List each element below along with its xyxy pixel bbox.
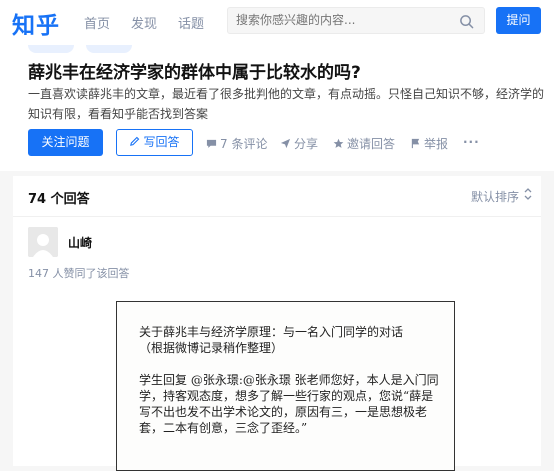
avatar[interactable] <box>28 227 58 257</box>
star-icon <box>333 138 344 148</box>
comment-icon <box>206 139 217 148</box>
share-label: 分享 <box>294 137 319 151</box>
comments-label: 7 条评论 <box>220 137 268 151</box>
comments-button[interactable]: 7 条评论 <box>206 135 267 152</box>
invite-button[interactable]: 邀请回答 <box>333 135 395 152</box>
sort-chevron-icon[interactable] <box>523 187 533 201</box>
topic-tag[interactable] <box>86 45 132 53</box>
answer-image-text: 关于薛兆丰与经济学原理：与一名入门同学的对话 （根据微博记录稍作整理） 学生回复… <box>139 325 439 435</box>
top-header: 知乎 首页 发现 话题 提问 <box>0 0 554 42</box>
topic-tag[interactable] <box>28 45 74 53</box>
answers-panel: 74 个回答 默认排序 山崎 147 人赞同了该回答 关于薛兆丰与经济学原理：与… <box>13 176 541 471</box>
invite-label: 邀请回答 <box>347 137 396 151</box>
question-description: 一直喜欢读薛兆丰的文章，最近看了很多批判他的文章，有点动摇。只怪自己知识不够，经… <box>28 87 545 121</box>
ask-button[interactable]: 提问 <box>496 7 541 34</box>
share-button[interactable]: 分享 <box>280 135 318 152</box>
report-button[interactable]: 举报 <box>410 135 448 152</box>
more-button[interactable]: ··· <box>463 135 480 149</box>
search-input[interactable] <box>236 13 446 27</box>
answer-image: 关于薛兆丰与经济学原理：与一名入门同学的对话 （根据微博记录稍作整理） 学生回复… <box>116 301 455 471</box>
zhihu-logo[interactable]: 知乎 <box>12 6 60 40</box>
pen-icon <box>130 136 140 146</box>
search-icon[interactable] <box>459 14 474 29</box>
nav-topics[interactable]: 话题 <box>178 13 204 32</box>
search-box[interactable] <box>227 7 485 34</box>
share-icon <box>280 138 291 149</box>
nav-home[interactable]: 首页 <box>84 13 110 32</box>
report-label: 举报 <box>424 137 449 151</box>
divider <box>13 216 541 217</box>
question-card: 薛兆丰在经济学家的群体中属于比较水的吗? 一直喜欢读薛兆丰的文章，最近看了很多批… <box>0 42 554 171</box>
flag-icon <box>411 138 420 149</box>
write-answer-button[interactable]: 写回答 <box>116 129 193 156</box>
nav-discover[interactable]: 发现 <box>131 13 157 32</box>
question-title: 薛兆丰在经济学家的群体中属于比较水的吗? <box>28 63 361 83</box>
author-name[interactable]: 山崎 <box>68 234 92 251</box>
answer-count: 74 个回答 <box>28 192 90 207</box>
follow-question-button[interactable]: 关注问题 <box>28 129 103 156</box>
write-answer-label: 写回答 <box>143 135 180 149</box>
avatar-image-icon <box>28 227 58 257</box>
topic-tags <box>28 38 144 57</box>
sort-dropdown[interactable]: 默认排序 <box>471 188 519 205</box>
likes-count: 147 人赞同了该回答 <box>28 267 130 280</box>
